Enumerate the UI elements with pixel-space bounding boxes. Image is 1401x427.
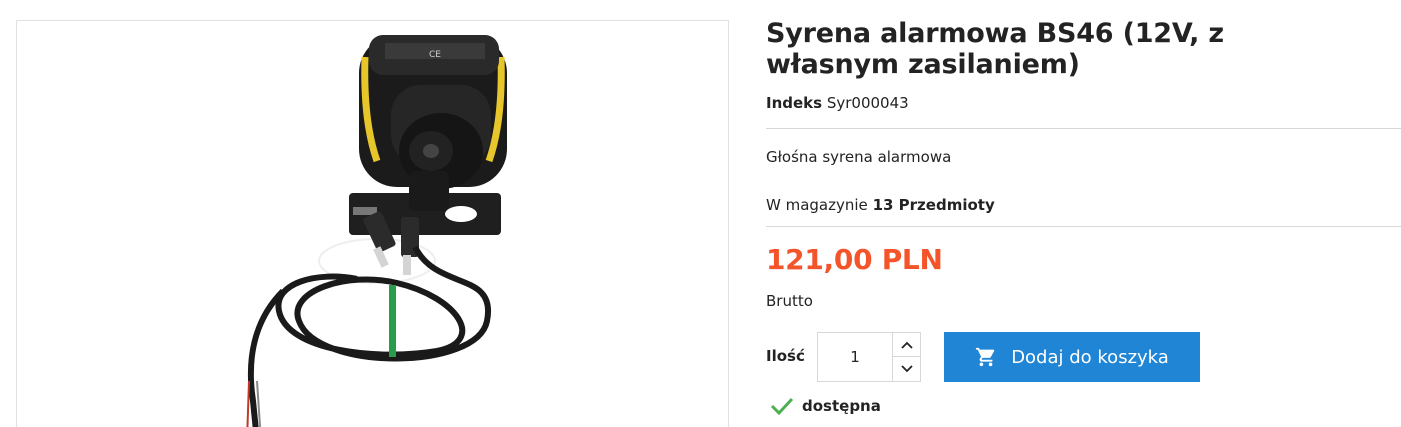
product-info: Syrena alarmowa BS46 (12V, z własnym zas… bbox=[766, 18, 1401, 416]
product-title: Syrena alarmowa BS46 (12V, z własnym zas… bbox=[766, 18, 1224, 80]
short-description: Głośna syrena alarmowa bbox=[766, 148, 952, 166]
tax-label: Brutto bbox=[766, 292, 813, 310]
stock-value: 13 Przedmioty bbox=[872, 196, 995, 214]
quantity-decrease-button[interactable] bbox=[892, 357, 921, 381]
shopping-cart-icon bbox=[975, 346, 997, 368]
divider bbox=[766, 128, 1401, 129]
divider bbox=[766, 226, 1401, 227]
svg-text:CE: CE bbox=[429, 50, 441, 60]
quantity-input[interactable] bbox=[818, 333, 892, 381]
product-image-frame[interactable]: CE bbox=[16, 20, 729, 427]
reference-value: Syr000043 bbox=[826, 94, 909, 112]
product-image: CE bbox=[246, 35, 507, 427]
stock-info: W magazynie 13 Przedmioty bbox=[766, 196, 995, 214]
product-price: 121,00 PLN bbox=[766, 243, 943, 276]
availability-status: dostępna bbox=[770, 396, 881, 416]
add-to-cart-button[interactable]: Dodaj do koszyka bbox=[944, 332, 1200, 382]
stock-label: W magazynie bbox=[766, 196, 868, 214]
quantity-label: Ilość bbox=[766, 347, 805, 365]
quantity-increase-button[interactable] bbox=[892, 333, 921, 357]
quantity-stepper bbox=[817, 332, 921, 382]
product-reference: Indeks Syr000043 bbox=[766, 94, 909, 112]
chevron-down-icon bbox=[901, 365, 913, 373]
reference-label: Indeks bbox=[766, 94, 823, 112]
add-to-cart-label: Dodaj do koszyka bbox=[1011, 346, 1169, 368]
availability-label: dostępna bbox=[802, 397, 881, 415]
check-icon bbox=[770, 396, 794, 416]
chevron-up-icon bbox=[901, 341, 913, 349]
